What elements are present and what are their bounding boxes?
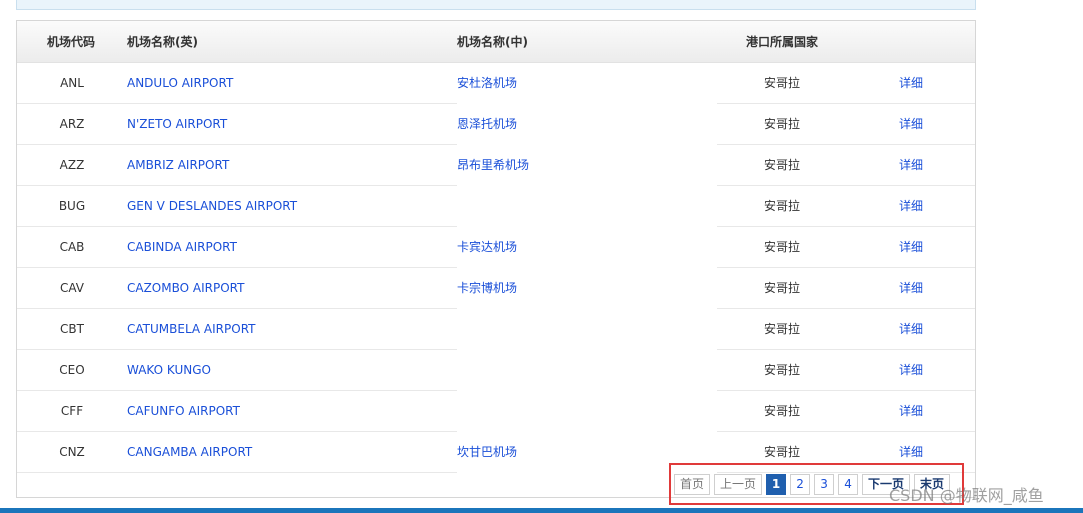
prev-page-button[interactable]: 上一页 <box>714 474 763 495</box>
airport-name-en-link[interactable]: CATUMBELA AIRPORT <box>127 309 255 349</box>
last-page-button[interactable]: 末页 <box>914 474 951 495</box>
airport-code-cell: CEO <box>59 363 85 377</box>
airport-code-cell: ARZ <box>59 117 85 131</box>
airport-code-cell: CBT <box>60 322 84 336</box>
first-page-button[interactable]: 首页 <box>674 474 711 495</box>
table-row: BUG GEN V DESLANDES AIRPORT 安哥拉 详细 <box>17 186 975 227</box>
page-4-button[interactable]: 4 <box>838 474 859 495</box>
table-row: CEO WAKO KUNGO 安哥拉 详细 <box>17 350 975 391</box>
airport-code-cell: AZZ <box>59 158 85 172</box>
country-cell: 安哥拉 <box>763 199 800 213</box>
airport-name-cn-link[interactable]: 恩泽托机场 <box>457 104 517 144</box>
table-row: CAV CAZOMBO AIRPORT 卡宗博机场 安哥拉 详细 <box>17 268 975 309</box>
detail-link[interactable]: 详细 <box>889 104 933 144</box>
table-row: CAB CABINDA AIRPORT 卡宾达机场 安哥拉 详细 <box>17 227 975 268</box>
table-header: 机场代码 机场名称(英) 机场名称(中) 港口所属国家 <box>17 21 975 63</box>
airport-code-cell: ANL <box>60 76 84 90</box>
header-country: 港口所属国家 <box>746 35 819 49</box>
next-page-button[interactable]: 下一页 <box>862 474 911 495</box>
airport-code-cell: BUG <box>58 199 86 213</box>
airport-name-en-link[interactable]: GEN V DESLANDES AIRPORT <box>127 186 297 226</box>
airport-name-en-link[interactable]: CABINDA AIRPORT <box>127 227 237 267</box>
header-airport-name-en: 机场名称(英) <box>127 35 198 49</box>
country-cell: 安哥拉 <box>763 76 800 90</box>
country-cell: 安哥拉 <box>763 363 800 377</box>
top-info-banner <box>16 0 976 10</box>
airport-name-en-link[interactable]: CAZOMBO AIRPORT <box>127 268 244 308</box>
airport-table: 机场代码 机场名称(英) 机场名称(中) 港口所属国家 ANL ANDULO AI… <box>16 20 976 498</box>
page-3-button[interactable]: 3 <box>814 474 835 495</box>
airport-name-en-link[interactable]: ANDULO AIRPORT <box>127 63 233 103</box>
airport-name-cn-link[interactable]: 卡宾达机场 <box>457 227 517 267</box>
airport-name-en-link[interactable]: WAKO KUNGO <box>127 350 211 390</box>
airport-code-cell: CAV <box>59 281 85 295</box>
country-cell: 安哥拉 <box>763 322 800 336</box>
airport-name-en-link[interactable]: AMBRIZ AIRPORT <box>127 145 229 185</box>
airport-name-en-link[interactable]: CANGAMBA AIRPORT <box>127 432 252 472</box>
table-row: AZZ AMBRIZ AIRPORT 昂布里希机场 安哥拉 详细 <box>17 145 975 186</box>
header-airport-code: 机场代码 <box>47 35 96 49</box>
airport-name-cn-link[interactable]: 昂布里希机场 <box>457 145 529 185</box>
table-row: ARZ N'ZETO AIRPORT 恩泽托机场 安哥拉 详细 <box>17 104 975 145</box>
country-cell: 安哥拉 <box>763 158 800 172</box>
bottom-bar <box>0 508 1083 513</box>
airport-code-cell: CNZ <box>59 445 85 459</box>
airport-name-cn-link[interactable]: 卡宗博机场 <box>457 268 517 308</box>
airport-code-cell: CFF <box>60 404 84 418</box>
airport-code-cell: CAB <box>59 240 85 254</box>
detail-link[interactable]: 详细 <box>889 309 933 349</box>
airport-name-en-link[interactable]: CAFUNFO AIRPORT <box>127 391 240 431</box>
table-row: ANL ANDULO AIRPORT 安杜洛机场 安哥拉 详细 <box>17 63 975 104</box>
detail-link[interactable]: 详细 <box>889 268 933 308</box>
country-cell: 安哥拉 <box>763 240 800 254</box>
airport-name-cn-link[interactable]: 坎甘巴机场 <box>457 432 517 472</box>
header-airport-name-cn: 机场名称(中) <box>457 35 528 49</box>
table-row: CBT CATUMBELA AIRPORT 安哥拉 详细 <box>17 309 975 350</box>
page-1-button[interactable]: 1 <box>766 474 787 495</box>
country-cell: 安哥拉 <box>763 281 800 295</box>
detail-link[interactable]: 详细 <box>889 63 933 103</box>
airport-name-en-link[interactable]: N'ZETO AIRPORT <box>127 104 227 144</box>
detail-link[interactable]: 详细 <box>889 350 933 390</box>
table-row: CFF CAFUNFO AIRPORT 安哥拉 详细 <box>17 391 975 432</box>
airport-name-cn-link[interactable]: 安杜洛机场 <box>457 63 517 103</box>
pagination: 首页 上一页 1 2 3 4 下一页 末页 <box>674 474 951 495</box>
row-divider <box>17 472 457 473</box>
detail-link[interactable]: 详细 <box>889 227 933 267</box>
page-2-button[interactable]: 2 <box>790 474 811 495</box>
country-cell: 安哥拉 <box>763 404 800 418</box>
detail-link[interactable]: 详细 <box>889 391 933 431</box>
detail-link[interactable]: 详细 <box>889 145 933 185</box>
detail-link[interactable]: 详细 <box>889 186 933 226</box>
country-cell: 安哥拉 <box>763 117 800 131</box>
